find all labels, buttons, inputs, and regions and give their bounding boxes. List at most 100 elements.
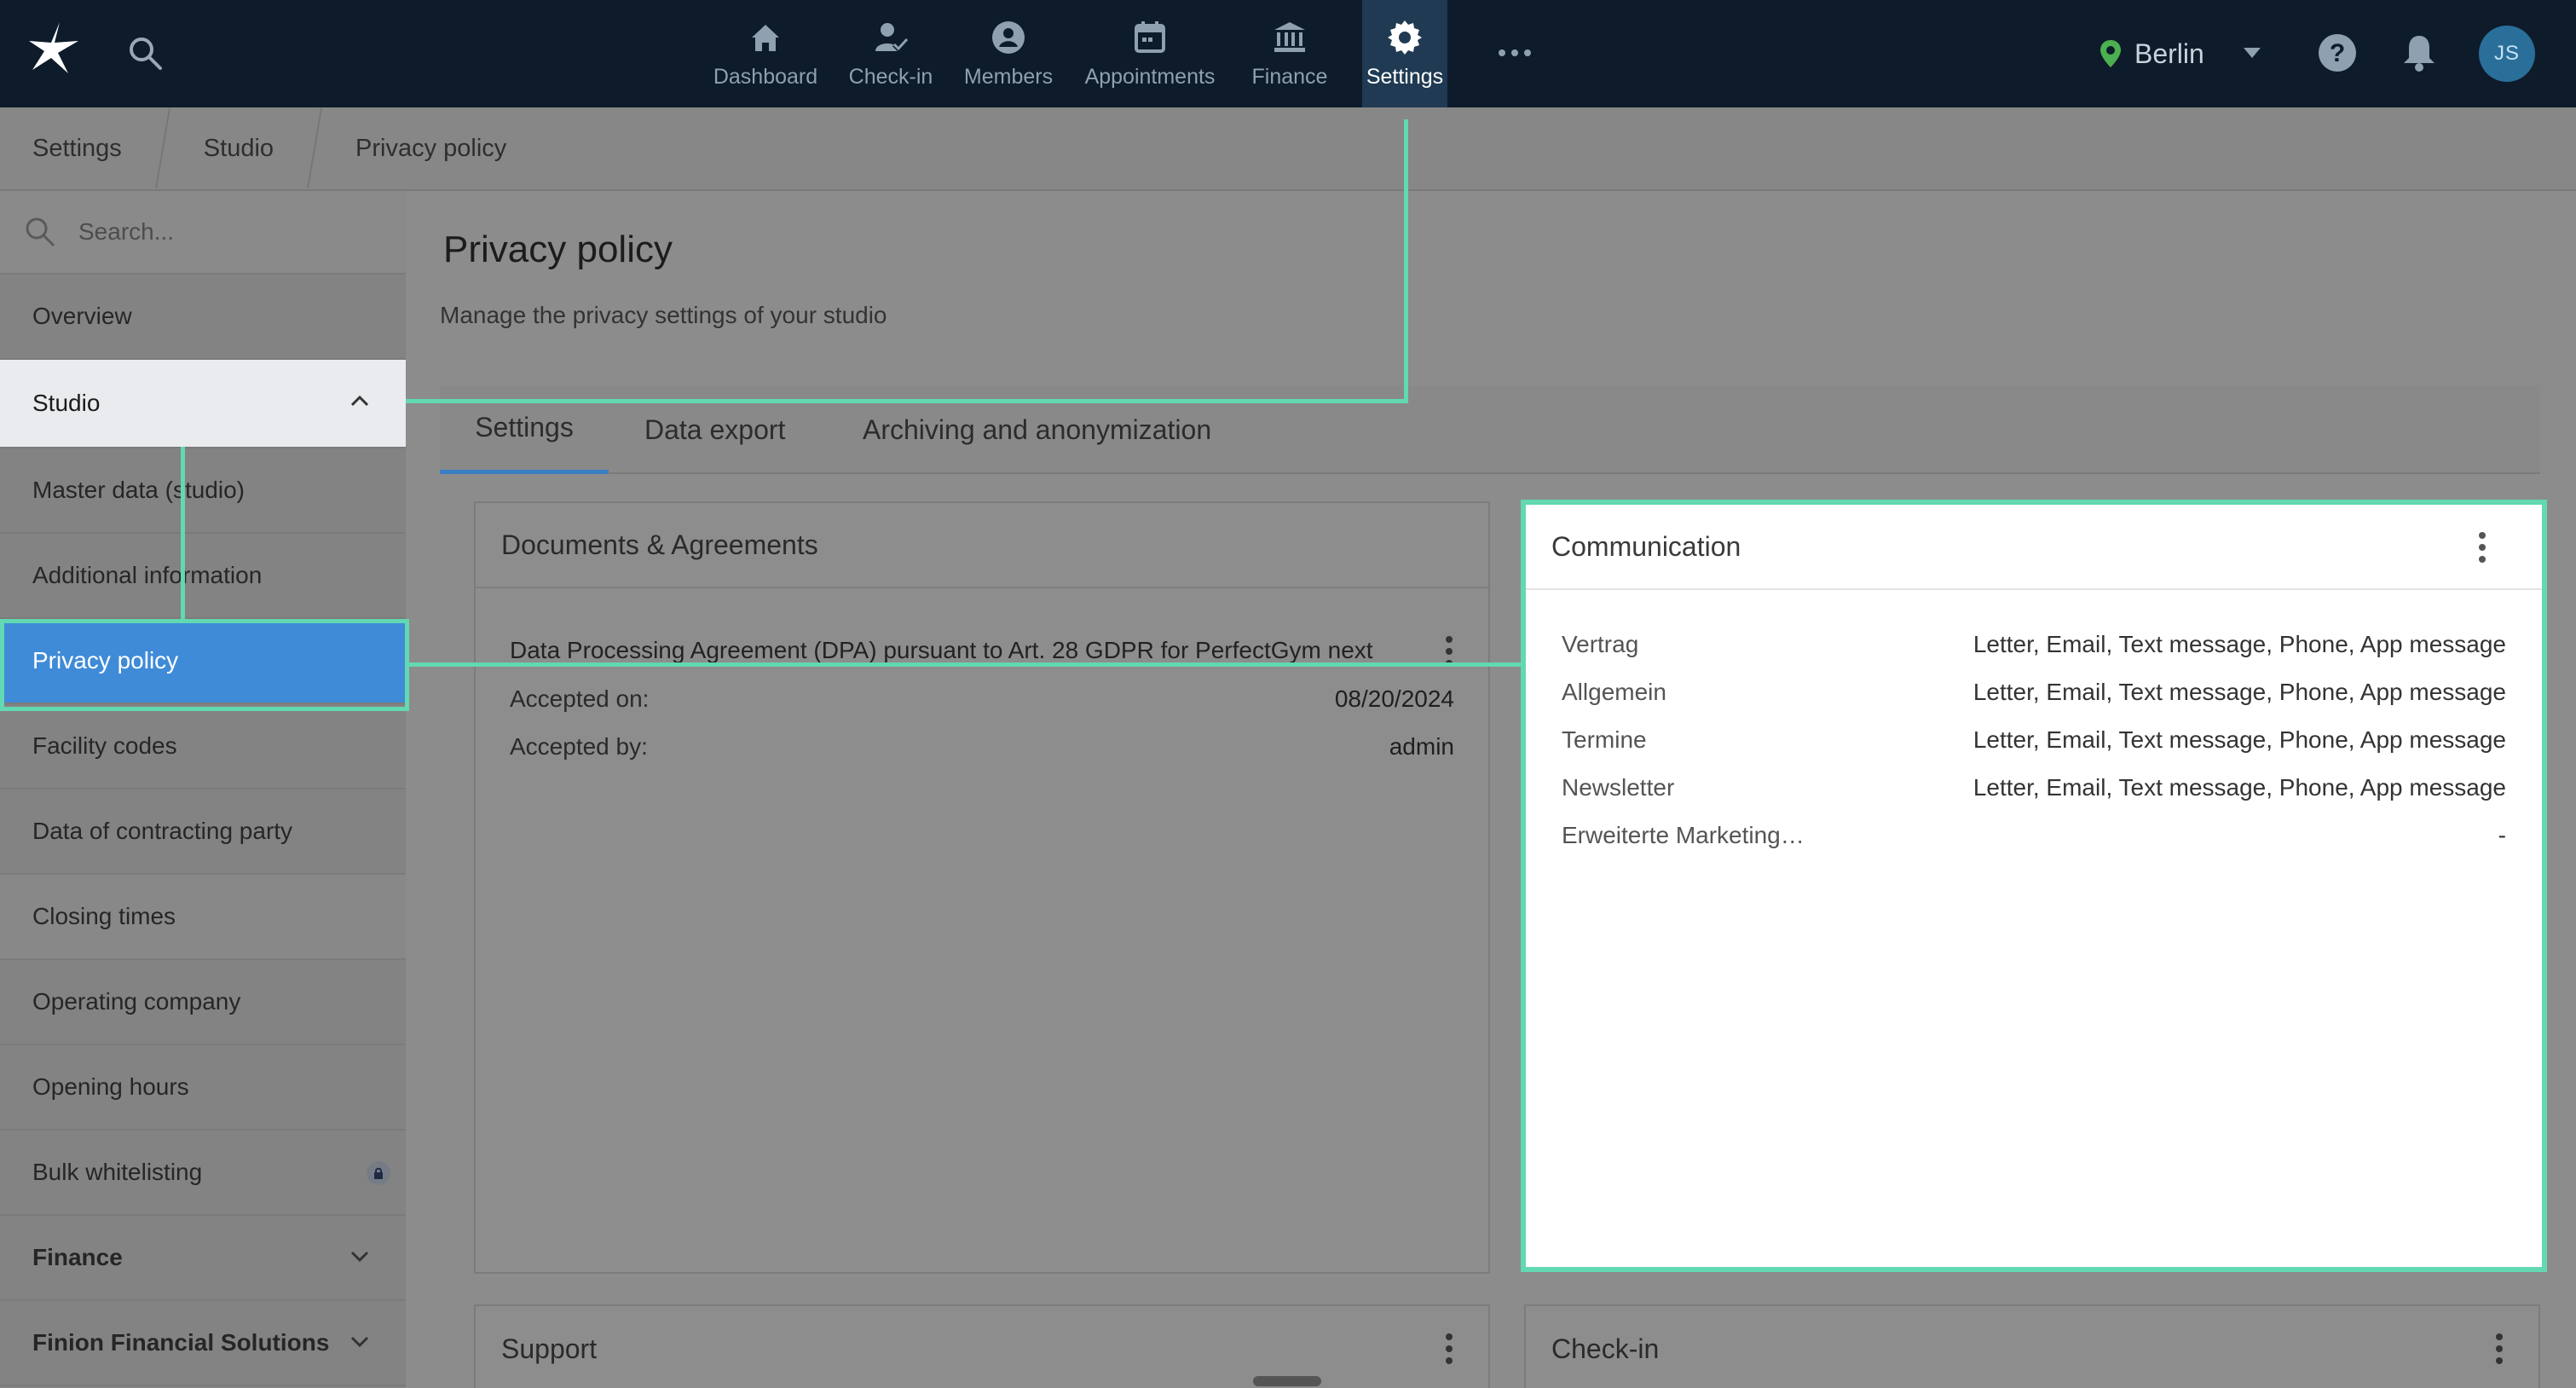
bell-icon[interactable] [2397, 31, 2441, 75]
sidebar-item-finance[interactable]: Finance [0, 1216, 406, 1301]
annotation-line [181, 447, 185, 619]
nav-settings[interactable]: Settings [1362, 0, 1447, 107]
avatar[interactable]: JS [2479, 26, 2535, 82]
nav-finance[interactable]: Finance [1241, 0, 1338, 107]
card-title-text: Communication [1551, 530, 1741, 562]
sidebar-search[interactable]: Search... [0, 191, 406, 275]
page-subtitle: Manage the privacy settings of your stud… [440, 302, 887, 328]
sidebar-item-master-data[interactable]: Master data (studio) [0, 448, 406, 534]
home-icon [752, 24, 779, 51]
document-row-accepted-on: Accepted on: 08/20/2024 [510, 682, 1454, 716]
sidebar-item-label: Finion Financial Solutions [32, 1329, 330, 1356]
breadcrumb-separator [154, 107, 170, 189]
avatar-initials: JS [2493, 42, 2520, 65]
sidebar-item-label: Operating company [32, 988, 241, 1015]
communication-row-allgemein: Allgemein Letter, Email, Text message, P… [1562, 675, 2506, 709]
annotation-highlight-box [0, 619, 409, 711]
sidebar-item-label: Master data (studio) [32, 477, 245, 503]
row-label: Vertrag [1562, 631, 1639, 657]
breadcrumb-label: Studio [203, 134, 274, 162]
sidebar-item-finion[interactable]: Finion Financial Solutions [0, 1301, 406, 1386]
location-selector[interactable]: Berlin [2099, 34, 2204, 73]
row-label: Erweiterte Marketing… [1562, 822, 1805, 848]
lock-icon [367, 1161, 390, 1185]
row-label: Accepted on: [510, 685, 650, 712]
breadcrumb-label: Privacy policy [355, 134, 507, 162]
help-icon[interactable]: ? [2315, 31, 2359, 75]
breadcrumb-item[interactable]: Settings [0, 107, 154, 190]
scroll-handle[interactable] [1253, 1376, 1321, 1386]
breadcrumb-item[interactable]: Studio [171, 107, 306, 190]
sidebar-item-additional-information[interactable]: Additional information [0, 534, 406, 619]
communication-row-marketing: Erweiterte Marketing… - [1562, 818, 2506, 853]
support-card: Support [474, 1304, 1490, 1388]
caret-down-icon[interactable] [2242, 44, 2262, 61]
row-label: Accepted by: [510, 733, 648, 760]
sidebar-item-facility-codes[interactable]: Facility codes [0, 704, 406, 789]
row-label: Newsletter [1562, 774, 1675, 801]
breadcrumb-label: Settings [32, 134, 122, 162]
nav-label: Finance [1251, 64, 1328, 89]
sidebar-item-label: Data of contracting party [32, 818, 293, 844]
sidebar-search-placeholder: Search... [78, 218, 175, 245]
user-circle-icon [992, 20, 1025, 54]
tab-label: Data export [644, 414, 786, 445]
search-icon[interactable] [126, 34, 164, 72]
nav-dashboard[interactable]: Dashboard [708, 0, 823, 107]
calendar-icon [1135, 20, 1165, 53]
sidebar-item-label: Studio [32, 390, 101, 416]
card-title-text: Support [501, 1333, 598, 1364]
communication-row-vertrag: Vertrag Letter, Email, Text message, Pho… [1562, 627, 2506, 662]
kebab-menu-icon[interactable] [2494, 1332, 2504, 1366]
nav-members[interactable]: Members [958, 0, 1059, 107]
location-pin-icon [2100, 40, 2121, 67]
communication-card: Communication Vertrag Letter, Email, Tex… [1521, 500, 2547, 1272]
communication-row-newsletter: Newsletter Letter, Email, Text message, … [1562, 771, 2506, 805]
star-logo-icon[interactable] [26, 19, 85, 78]
sidebar-item-contracting-party[interactable]: Data of contracting party [0, 789, 406, 875]
search-icon [26, 217, 55, 247]
sidebar-item-label: Bulk whitelisting [32, 1159, 203, 1185]
nav-label: Settings [1366, 64, 1444, 89]
chevron-down-icon [350, 1336, 369, 1348]
breadcrumb: Settings Studio Privacy policy [0, 107, 2576, 191]
sidebar-item-bulk-whitelisting[interactable]: Bulk whitelisting [0, 1131, 406, 1216]
card-title: Communication [1526, 505, 2542, 590]
page-title: Privacy policy [443, 228, 673, 270]
top-navigation-bar: Dashboard Check-in Members Appointments … [0, 0, 2576, 107]
sidebar-item-overview[interactable]: Overview [0, 275, 406, 360]
row-value: Letter, Email, Text message, Phone, App … [1972, 726, 2506, 753]
sidebar-item-label: Opening hours [32, 1073, 189, 1100]
sidebar-item-label: Overview [32, 303, 132, 329]
sidebar-item-label: Finance [32, 1244, 123, 1270]
nav-check-in[interactable]: Check-in [844, 0, 938, 107]
card-title: Check-in [1526, 1306, 2538, 1388]
gear-icon [1388, 20, 1422, 55]
card-title-text: Documents & Agreements [501, 529, 818, 560]
sidebar-item-studio[interactable]: Studio [0, 360, 406, 448]
nav-label: Dashboard [713, 64, 818, 89]
sidebar-item-opening-hours[interactable]: Opening hours [0, 1045, 406, 1131]
sidebar-item-label: Additional information [32, 562, 263, 588]
sidebar-item-closing-times[interactable]: Closing times [0, 875, 406, 960]
kebab-menu-icon[interactable] [1444, 1332, 1454, 1366]
row-value: - [2498, 822, 2506, 848]
nav-label: Check-in [848, 64, 933, 89]
annotation-line [406, 399, 1408, 403]
nav-label: Appointments [1084, 64, 1216, 89]
sidebar-item-operating-company[interactable]: Operating company [0, 960, 406, 1045]
documents-card: Documents & Agreements Data Processing A… [474, 501, 1490, 1274]
row-label: Termine [1562, 726, 1647, 753]
row-value: admin [1389, 733, 1454, 760]
breadcrumb-item-current: Privacy policy [323, 107, 539, 190]
checkin-card: Check-in [1524, 1304, 2540, 1388]
more-horizontal-icon[interactable] [1493, 34, 1536, 72]
svg-text:?: ? [2330, 39, 2345, 67]
nav-appointments[interactable]: Appointments [1077, 0, 1222, 107]
card-title: Support [476, 1306, 1488, 1388]
nav-label: Members [963, 64, 1054, 89]
row-value: Letter, Email, Text message, Phone, App … [1972, 679, 2506, 705]
chevron-up-icon [350, 395, 369, 407]
sidebar-item-label: Closing times [32, 903, 176, 929]
kebab-menu-icon[interactable] [2477, 530, 2487, 564]
